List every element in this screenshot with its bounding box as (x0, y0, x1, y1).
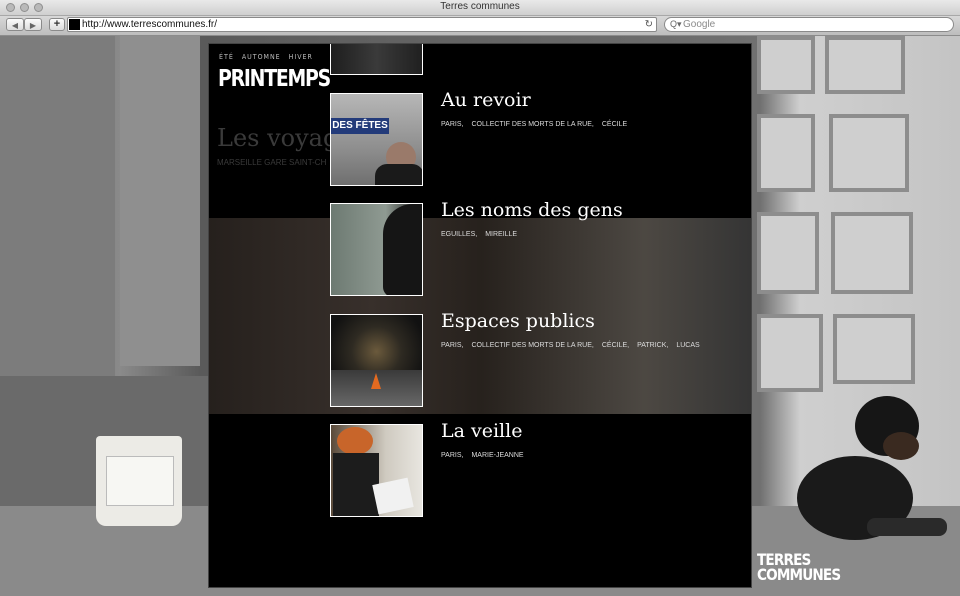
entry-thumbnail[interactable] (330, 203, 423, 296)
browser-toolbar: ◀ ▶ + http://www.terrescommunes.fr/ ↻ Q▾… (0, 16, 960, 36)
reload-icon[interactable]: ↻ (645, 18, 653, 31)
entry-tags: EGUILLES, MIREILLE (441, 231, 525, 238)
faded-entry-subtitle: MARSEILLE GARE SAINT-CH (217, 158, 327, 167)
address-bar[interactable]: http://www.terrescommunes.fr/ ↻ (67, 17, 657, 32)
entry-tags: PARIS, COLLECTIF DES MORTS DE LA RUE, CÉCI… (441, 121, 635, 128)
entry-thumbnail[interactable]: DES FÊTES (330, 93, 423, 186)
season-link-hiver[interactable]: HIVER (289, 53, 313, 61)
logo-line-2: COMMUNES (757, 565, 841, 584)
entry-title[interactable]: La veille (441, 420, 522, 442)
dog-image (797, 396, 947, 540)
entry-tags: PARIS, MARIE-JEANNE (441, 452, 532, 459)
entry-thumbnail[interactable] (330, 314, 423, 407)
tag-link[interactable]: COLLECTIF DES MORTS DE LA RUE, (471, 121, 593, 128)
season-nav: ÉTÉ AUTOMNE HIVER (219, 53, 321, 61)
url-text[interactable]: http://www.terrescommunes.fr/ (82, 18, 217, 31)
tag-link[interactable]: CÉCILE, (602, 342, 629, 349)
window-title: Terres communes (440, 1, 520, 12)
entry-title[interactable]: Les noms des gens (441, 199, 623, 221)
forward-button[interactable]: ▶ (24, 18, 42, 31)
tag-link[interactable]: MARIE-JEANNE (471, 452, 523, 459)
plus-icon: + (53, 18, 61, 30)
season-panel: ÉTÉ AUTOMNE HIVER PRINTEMPS Les voyage MAR… (208, 43, 752, 588)
season-link-automne[interactable]: AUTOMNE (242, 53, 281, 61)
forward-arrow-icon: ▶ (29, 21, 37, 30)
door-panel (829, 114, 909, 192)
tag-link[interactable]: COLLECTIF DES MORTS DE LA RUE, (471, 342, 593, 349)
entry-tags: PARIS, COLLECTIF DES MORTS DE LA RUE, CÉCI… (441, 342, 708, 349)
door-panel (833, 314, 915, 384)
site-logo[interactable]: TERRES COMMUNES (757, 552, 841, 584)
tag-link[interactable]: PARIS, (441, 342, 463, 349)
current-season-title: PRINTEMPS (218, 66, 331, 92)
magnifier-icon: Q▾ (670, 19, 682, 29)
back-button[interactable]: ◀ (6, 18, 24, 31)
tag-link[interactable]: PARIS, (441, 452, 463, 459)
stone-column (120, 36, 200, 366)
entry-title[interactable]: Au revoir (441, 89, 531, 111)
red-hair (337, 427, 373, 455)
door-panel (825, 36, 905, 94)
tag-link[interactable]: EGUILLES, (441, 231, 477, 238)
season-link-ete[interactable]: ÉTÉ (219, 53, 234, 61)
back-arrow-icon: ◀ (11, 21, 19, 30)
traffic-cone (371, 373, 381, 389)
tag-link[interactable]: MIREILLE (485, 231, 517, 238)
tag-link[interactable]: CÉCILE (602, 121, 627, 128)
door-panel (757, 212, 819, 294)
door-panel (757, 314, 823, 392)
bucket-label (106, 456, 174, 506)
site-favicon-icon (69, 19, 80, 30)
entry-thumbnail[interactable] (330, 424, 423, 517)
stone-column (0, 36, 115, 376)
search-field[interactable]: Q▾ Google (664, 17, 954, 32)
window-titlebar: Terres communes (0, 0, 960, 16)
paper-sheet (372, 477, 414, 515)
tag-link[interactable]: LUCAS (676, 342, 699, 349)
entry-thumbnail[interactable] (330, 44, 423, 75)
olive-bucket (96, 436, 182, 526)
tag-link[interactable]: PARIS, (441, 121, 463, 128)
door-panel (757, 36, 815, 94)
street-sign: DES FÊTES (331, 118, 389, 134)
face-profile (383, 204, 422, 295)
add-bookmark-button[interactable]: + (49, 18, 65, 31)
door-panel (757, 114, 815, 192)
tag-link[interactable]: PATRICK, (637, 342, 668, 349)
person-body (375, 164, 422, 185)
door-panel (831, 212, 913, 294)
entry-title[interactable]: Espaces publics (441, 310, 595, 332)
search-placeholder[interactable]: Google (683, 18, 715, 31)
